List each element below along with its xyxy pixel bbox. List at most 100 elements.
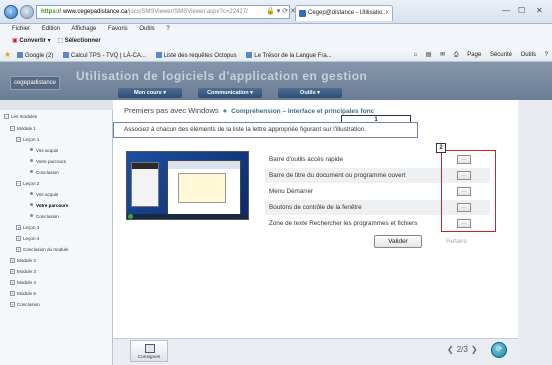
command-bar: ▣ Convertir ▾ ⬚ Sélectionner xyxy=(0,35,552,48)
sidebar-item-lecon-1[interactable]: − Leçon 1 xyxy=(16,137,39,142)
tab-favicon-icon xyxy=(299,10,306,17)
sidebar-item-conclusion[interactable]: Conclusion xyxy=(30,170,59,175)
collapse-icon[interactable]: − xyxy=(16,181,21,186)
expand-icon[interactable]: + xyxy=(16,225,21,230)
nav-outils[interactable]: Outils ▾ xyxy=(278,88,342,98)
logo: cegepadistance xyxy=(10,76,60,90)
help-icon[interactable]: ? xyxy=(545,52,548,58)
expand-icon[interactable]: + xyxy=(10,269,15,274)
convert-icon: ▣ xyxy=(12,38,18,44)
toolbar-right: ⌂ ▤ ✉ ⎙ Page Sécurité Outils ? xyxy=(406,48,548,62)
app-title: Utilisation de logiciels d'application e… xyxy=(76,69,368,83)
favorite-tresor[interactable]: Le Trésor de la Langue Fra... xyxy=(246,52,332,59)
sidebar-item-votre-parcours[interactable]: Votre parcours xyxy=(30,159,66,164)
refresh-icon[interactable]: ⟳ xyxy=(282,8,290,15)
nav-mon-cours[interactable]: Mon cours ▾ xyxy=(118,88,182,98)
sidebar-item-module-3[interactable]: + Module 3 xyxy=(10,269,36,274)
navigation-round-button[interactable]: ⟳ xyxy=(491,342,507,358)
menu-favoris[interactable]: Favoris xyxy=(108,26,128,32)
previous-icon[interactable]: ❮ xyxy=(447,345,454,354)
redo-button[interactable]: Refaire xyxy=(446,238,467,245)
home-icon[interactable]: ⌂ xyxy=(413,52,417,58)
collapse-icon[interactable]: − xyxy=(4,114,9,119)
sidebar-item-vos-acquis[interactable]: Vos acquis xyxy=(30,148,58,153)
window-close-icon[interactable]: ✕ xyxy=(536,6,543,15)
favorites-bar: ★ Google (2) Calcul TPS - TVQ | LÀ-CA...… xyxy=(0,48,552,62)
tab-close-icon[interactable]: × xyxy=(385,6,389,21)
bullet-icon xyxy=(30,192,33,195)
sidebar-item-lecon-2[interactable]: − Leçon 2 xyxy=(16,181,39,186)
browser-tab[interactable]: Cegep@distance - Utilisatio... × xyxy=(295,5,393,21)
favorite-icon xyxy=(246,52,253,58)
nav-communication[interactable]: Communication ▾ xyxy=(198,88,262,98)
select-icon: ⬚ xyxy=(57,38,64,44)
illustration-start-icon xyxy=(128,214,133,219)
mail-icon[interactable]: ✉ xyxy=(440,52,445,58)
address-bar-icons[interactable]: 🔒▾⟳✕ xyxy=(266,5,298,19)
favorite-calcul-tps[interactable]: Calcul TPS - TVQ | LÀ-CA... xyxy=(62,52,146,59)
activity-title: Compréhension – Interface et principales… xyxy=(231,108,375,115)
consignes-label: Consignes xyxy=(137,355,161,360)
sidebar-item-conclusion-course[interactable]: + Conclusion xyxy=(10,302,40,307)
forward-icon[interactable]: › xyxy=(20,5,34,19)
bullet-icon xyxy=(30,203,33,206)
answer-highlight xyxy=(441,150,496,232)
lock-icon[interactable]: 🔒 xyxy=(266,8,277,15)
expand-icon[interactable]: + xyxy=(10,302,15,307)
page-menu[interactable]: Page xyxy=(467,52,481,58)
round-arrow-icon: ⟳ xyxy=(496,346,502,353)
favorite-octopus[interactable]: Liste des requêtes Octopus xyxy=(155,52,237,59)
menu-help[interactable]: ? xyxy=(166,26,169,32)
sidebar-item-module-4[interactable]: + Module 4 xyxy=(10,280,36,285)
expand-icon[interactable]: + xyxy=(10,291,15,296)
illustration-slide xyxy=(178,173,226,203)
sidebar-item-module-5[interactable]: + Module 5 xyxy=(10,291,36,296)
breadcrumb: Premiers pas avec Windows ● Compréhension … xyxy=(124,106,374,115)
sidebar-item-conclusion[interactable]: Conclusion xyxy=(30,214,59,219)
bullet-icon xyxy=(30,148,33,151)
convert-button[interactable]: ▣ Convertir ▾ xyxy=(12,38,51,44)
illustration-taskbar xyxy=(127,214,248,219)
expand-icon[interactable]: + xyxy=(16,236,21,241)
menu-bar: Fichier Edition Affichage Favoris Outils… xyxy=(0,24,552,35)
menu-fichier[interactable]: Fichier xyxy=(12,26,30,32)
url-input[interactable]: https://www.cegepadistance.ca/jocs/SMSVi… xyxy=(36,5,290,19)
sidebar-item-votre-parcours-active[interactable]: Votre parcours xyxy=(30,203,68,208)
sidebar-item-conclusion-module[interactable]: + Conclusion du module xyxy=(16,247,68,252)
sidebar-item-vos-acquis[interactable]: Vos acquis xyxy=(30,192,58,197)
sidebar-item-module-1[interactable]: − Module 1 xyxy=(10,126,36,131)
maximize-icon[interactable]: ☐ xyxy=(518,6,525,15)
consignes-button[interactable]: Consignes xyxy=(130,340,168,362)
collapse-icon[interactable]: − xyxy=(16,137,21,142)
favorite-icon xyxy=(155,52,162,58)
minimize-icon[interactable]: — xyxy=(502,6,510,15)
expand-icon[interactable]: + xyxy=(10,280,15,285)
feeds-icon[interactable]: ▤ xyxy=(426,52,432,58)
bullet-icon xyxy=(30,159,33,162)
menu-outils[interactable]: Outils xyxy=(139,26,154,32)
tools-menu[interactable]: Outils xyxy=(521,52,536,58)
sidebar-item-module-2[interactable]: + Module 2 xyxy=(10,258,36,263)
callout-number-2: 2 xyxy=(436,143,446,153)
menu-affichage[interactable]: Affichage xyxy=(71,26,96,32)
print-icon[interactable]: ⎙ xyxy=(454,52,459,58)
select-button[interactable]: ⬚ Sélectionner xyxy=(57,38,100,44)
expand-icon[interactable]: + xyxy=(10,258,15,263)
sidebar-item-lecon-4[interactable]: + Leçon 4 xyxy=(16,236,39,241)
validate-button[interactable]: Valider xyxy=(374,235,422,248)
next-icon[interactable]: ❯ xyxy=(471,345,478,354)
expand-icon[interactable]: + xyxy=(16,247,21,252)
breadcrumb-separator-icon: ● xyxy=(222,106,228,115)
right-panel xyxy=(518,100,552,365)
favorite-google[interactable]: Google (2) xyxy=(16,52,53,59)
menu-edition[interactable]: Edition xyxy=(42,26,60,32)
sidebar-item-modules[interactable]: − Les modules xyxy=(4,114,37,119)
favorites-star-icon[interactable]: ★ xyxy=(4,50,11,59)
collapse-icon[interactable]: − xyxy=(10,126,15,131)
sidebar-item-lecon-3[interactable]: + Leçon 3 xyxy=(16,225,39,230)
windows-illustration xyxy=(126,151,249,220)
url-path: /jocs/SMSViewer/SMSViewer.aspx?c=22427/ xyxy=(127,9,248,15)
back-icon[interactable]: ‹ xyxy=(4,5,18,19)
security-menu[interactable]: Sécurité xyxy=(490,52,512,58)
sidebar: − Les modules − Module 1 − Leçon 1 Vos acqu… xyxy=(0,110,113,365)
